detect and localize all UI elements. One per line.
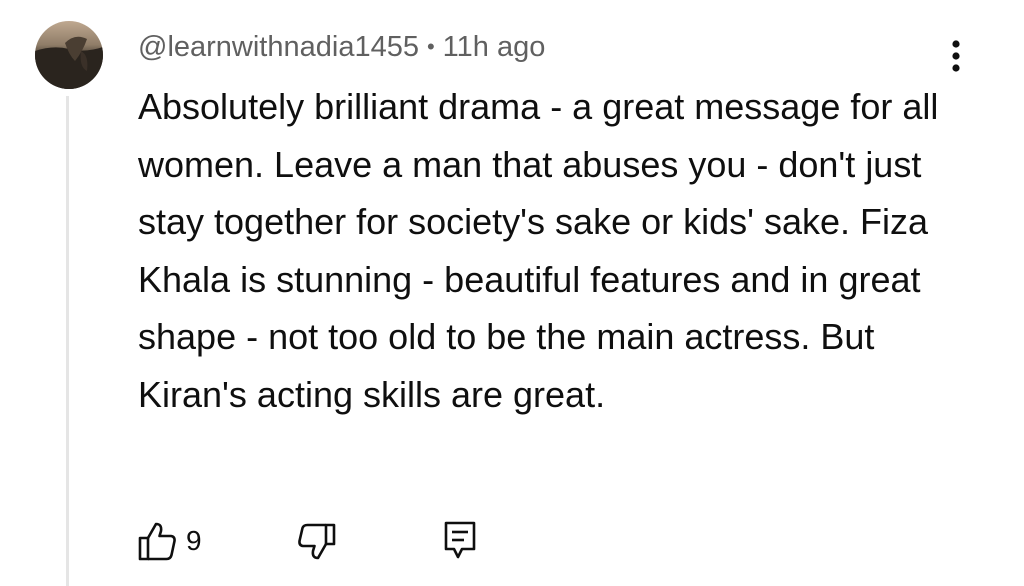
reply-button[interactable] — [438, 519, 482, 563]
more-options-button[interactable] — [936, 36, 976, 76]
comment-meta: @learnwithnadia1455 • 11h ago — [138, 26, 545, 68]
reply-comment-icon — [444, 521, 476, 559]
comment-timestamp[interactable]: 11h ago — [443, 31, 546, 64]
meta-separator: • — [426, 34, 435, 59]
more-vertical-icon — [952, 40, 960, 72]
comment-card: @learnwithnadia1455 • 11h ago Absolutely… — [0, 0, 1024, 586]
thumbs-down-icon — [298, 523, 336, 560]
like-count: 9 — [186, 525, 202, 556]
author-handle[interactable]: @learnwithnadia1455 — [138, 31, 419, 64]
like-button[interactable]: 9 — [136, 519, 202, 563]
dislike-button[interactable] — [296, 519, 340, 563]
user-avatar[interactable] — [35, 21, 103, 89]
comment-text: Absolutely brilliant drama - a great mes… — [138, 86, 939, 415]
thumbs-up-icon — [138, 522, 176, 561]
avatar-image — [35, 21, 103, 89]
thread-line — [66, 96, 69, 586]
